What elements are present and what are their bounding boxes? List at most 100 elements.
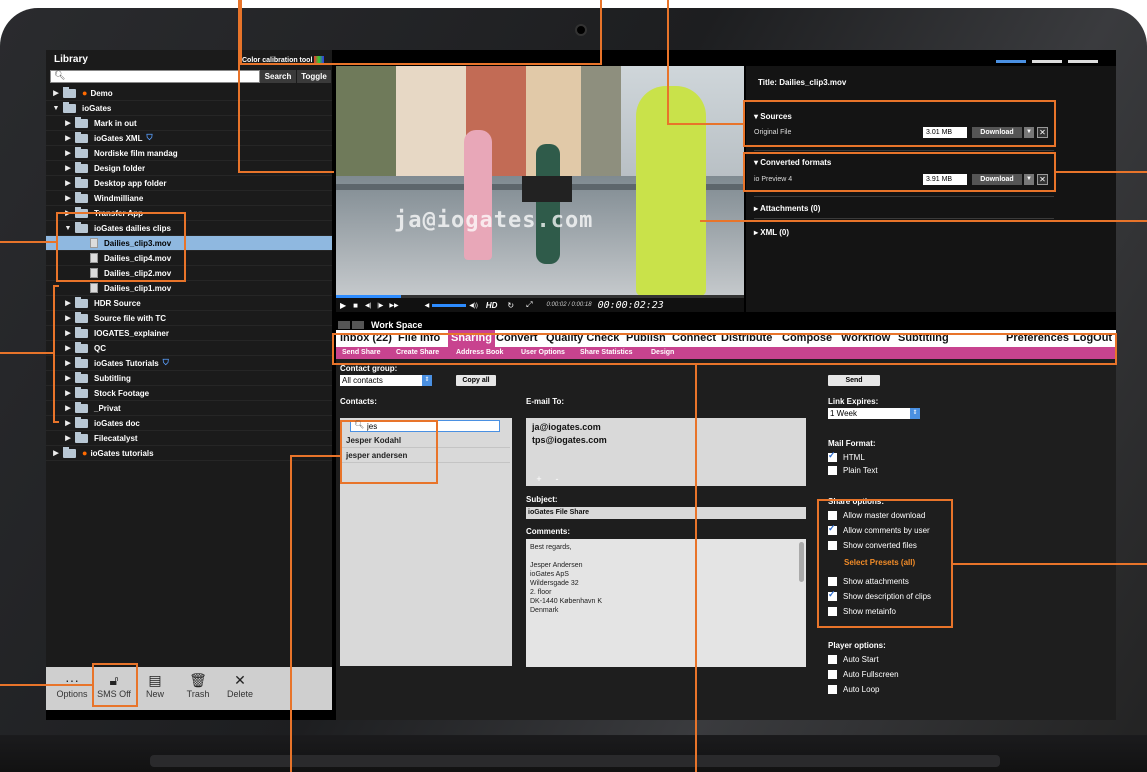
toggle-button[interactable]: Toggle (297, 70, 331, 83)
folder-item[interactable]: ▶ Stock Footage (46, 386, 332, 401)
chevron-right-icon[interactable]: ▶ (64, 404, 72, 412)
folder-item[interactable]: ▼ ioGates (46, 101, 332, 116)
chevron-right-icon[interactable]: ▶ (64, 194, 72, 202)
folder-item[interactable]: ▶ Nordiske film mandag (46, 146, 332, 161)
checkbox-label: HTML (843, 453, 865, 462)
chevron-right-icon[interactable]: ▶ (64, 179, 72, 187)
folder-icon (63, 101, 76, 113)
callout-line (240, 0, 242, 64)
tree-item-label: Windmilliane (94, 193, 144, 203)
volume-slider[interactable] (432, 303, 467, 307)
folder-item[interactable]: ▶ Design folder (46, 161, 332, 176)
file-icon (90, 283, 98, 293)
library-search-input[interactable] (50, 70, 260, 83)
checkbox-icon[interactable] (828, 685, 837, 694)
chevron-right-icon[interactable]: ▶ (64, 419, 72, 427)
recipient-item[interactable]: ja@iogates.com (532, 422, 601, 432)
recipient-item[interactable]: tps@iogates.com (532, 435, 607, 445)
checkbox-icon[interactable] (828, 466, 837, 475)
chevron-right-icon[interactable]: ▶ (64, 149, 72, 157)
checkbox-icon[interactable] (828, 655, 837, 664)
checkbox-label: Auto Start (843, 655, 879, 664)
fast-forward-icon[interactable]: ▶▶ (389, 302, 398, 309)
chevron-right-icon[interactable]: ▶ (64, 434, 72, 442)
callout-box-sms (92, 663, 138, 707)
checkbox-option[interactable]: Plain Text (828, 466, 878, 475)
stop-icon[interactable]: ■ (353, 301, 358, 310)
volume-up-icon[interactable]: ◀)) (469, 302, 478, 309)
window-control[interactable] (352, 321, 364, 329)
folder-item[interactable]: ▶ Desktop app folder (46, 176, 332, 191)
chevron-right-icon[interactable]: ▶ (64, 314, 72, 322)
volume-down-icon[interactable]: ◀ (425, 302, 430, 309)
xml-header[interactable]: ▸ XML (0) (754, 228, 789, 237)
chevron-right-icon[interactable]: ▶ (64, 119, 72, 127)
checkbox-option[interactable]: Auto Start (828, 655, 879, 664)
chevron-right-icon[interactable]: ▶ (64, 359, 72, 367)
delete-button[interactable]: ✕ Delete (220, 671, 260, 699)
app-screen: Library 🔍︎ Search Toggle ▶ ● Demo ▼ ioGates ▶… (46, 50, 1116, 720)
folder-item[interactable]: ▶ ioGates XML ⛉ (46, 131, 332, 146)
folder-item[interactable]: ▶ QC (46, 341, 332, 356)
checkbox-checked-icon[interactable] (828, 450, 837, 462)
checkbox-icon[interactable] (828, 670, 837, 679)
new-button[interactable]: ▤ New (135, 671, 175, 699)
chevron-right-icon[interactable]: ▶ (64, 164, 72, 172)
link-expires-select[interactable]: 1 Week ⇕ (828, 408, 920, 419)
folder-item[interactable]: ▶ ioGates doc (46, 416, 332, 431)
folder-item[interactable]: ▶ ● Demo (46, 86, 332, 101)
laptop-screenshot: Library 🔍︎ Search Toggle ▶ ● Demo ▼ ioGates ▶… (0, 0, 1147, 772)
send-button[interactable]: Send (828, 375, 880, 386)
folder-item[interactable]: ▶ HDR Source (46, 296, 332, 311)
folder-item[interactable]: ▶ IOGATES_explainer (46, 326, 332, 341)
trash-button[interactable]: 🗑︎ Trash (178, 671, 218, 699)
tree-item-label: Dailies_clip1.mov (104, 283, 172, 293)
chevron-right-icon[interactable]: ▶ (64, 389, 72, 397)
subject-input[interactable]: ioGates File Share (526, 507, 806, 519)
folder-item[interactable]: ▶ ioGates Tutorials ⛉ (46, 356, 332, 371)
view-toggle[interactable] (1032, 60, 1062, 63)
chevron-right-icon[interactable]: ▶ (64, 344, 72, 352)
checkbox-option[interactable]: HTML (828, 450, 865, 462)
folder-icon (75, 401, 88, 413)
folder-icon (75, 341, 88, 353)
folder-item[interactable]: ▶ Filecatalyst (46, 431, 332, 446)
step-back-icon[interactable]: ◀| (365, 302, 371, 309)
copy-all-button[interactable]: Copy all (456, 375, 496, 386)
scrollbar[interactable] (799, 542, 804, 582)
video-building (396, 66, 466, 176)
step-forward-icon[interactable]: |▶ (377, 302, 383, 309)
folder-item[interactable]: ▶ Windmilliane (46, 191, 332, 206)
hd-toggle[interactable]: HD (486, 301, 498, 310)
folder-item[interactable]: ▶ _Privat (46, 401, 332, 416)
tree-item-label: IOGATES_explainer (94, 328, 169, 338)
video-player[interactable]: ja@iogates.com ▶ ■ ◀| |▶ ▶▶ ◀ ◀)) HD ↻ ⤢… (336, 66, 744, 312)
attachments-header[interactable]: ▸ Attachments (0) (754, 204, 820, 213)
window-control[interactable] (338, 321, 350, 329)
chevron-right-icon[interactable]: ▶ (64, 299, 72, 307)
checkbox-option[interactable]: Auto Loop (828, 685, 879, 694)
folder-item[interactable]: ▶ Mark in out (46, 116, 332, 131)
contact-group-select[interactable]: All contacts ⇕ (340, 375, 432, 386)
mail-format-label: Mail Format: (828, 439, 876, 448)
search-button[interactable]: Search (260, 70, 296, 83)
remove-recipient-button[interactable]: - (550, 474, 564, 484)
file-item[interactable]: Dailies_clip1.mov (46, 281, 332, 296)
comments-textarea[interactable]: Best regards, Jesper Andersen ioGates ApS W… (526, 539, 806, 667)
chevron-right-icon[interactable]: ▶ (64, 329, 72, 337)
view-toggle[interactable] (1068, 60, 1098, 63)
play-icon[interactable]: ▶ (340, 301, 346, 310)
folder-item[interactable]: ▶ Subtitling (46, 371, 332, 386)
add-recipient-button[interactable]: + (532, 474, 546, 484)
timecode-display: 00:00:02:23 (597, 299, 664, 311)
view-toggle-active[interactable] (996, 60, 1026, 63)
loop-icon[interactable]: ↻ (507, 301, 514, 310)
folder-item[interactable]: ▶ Source file with TC (46, 311, 332, 326)
chevron-right-icon[interactable]: ▶ (52, 89, 60, 97)
chevron-down-icon[interactable]: ▼ (52, 105, 60, 112)
chevron-right-icon[interactable]: ▶ (52, 449, 60, 457)
chevron-right-icon[interactable]: ▶ (64, 134, 72, 142)
checkbox-option[interactable]: Auto Fullscreen (828, 670, 899, 679)
chevron-right-icon[interactable]: ▶ (64, 374, 72, 382)
fullscreen-icon[interactable]: ⤢ (526, 300, 532, 310)
